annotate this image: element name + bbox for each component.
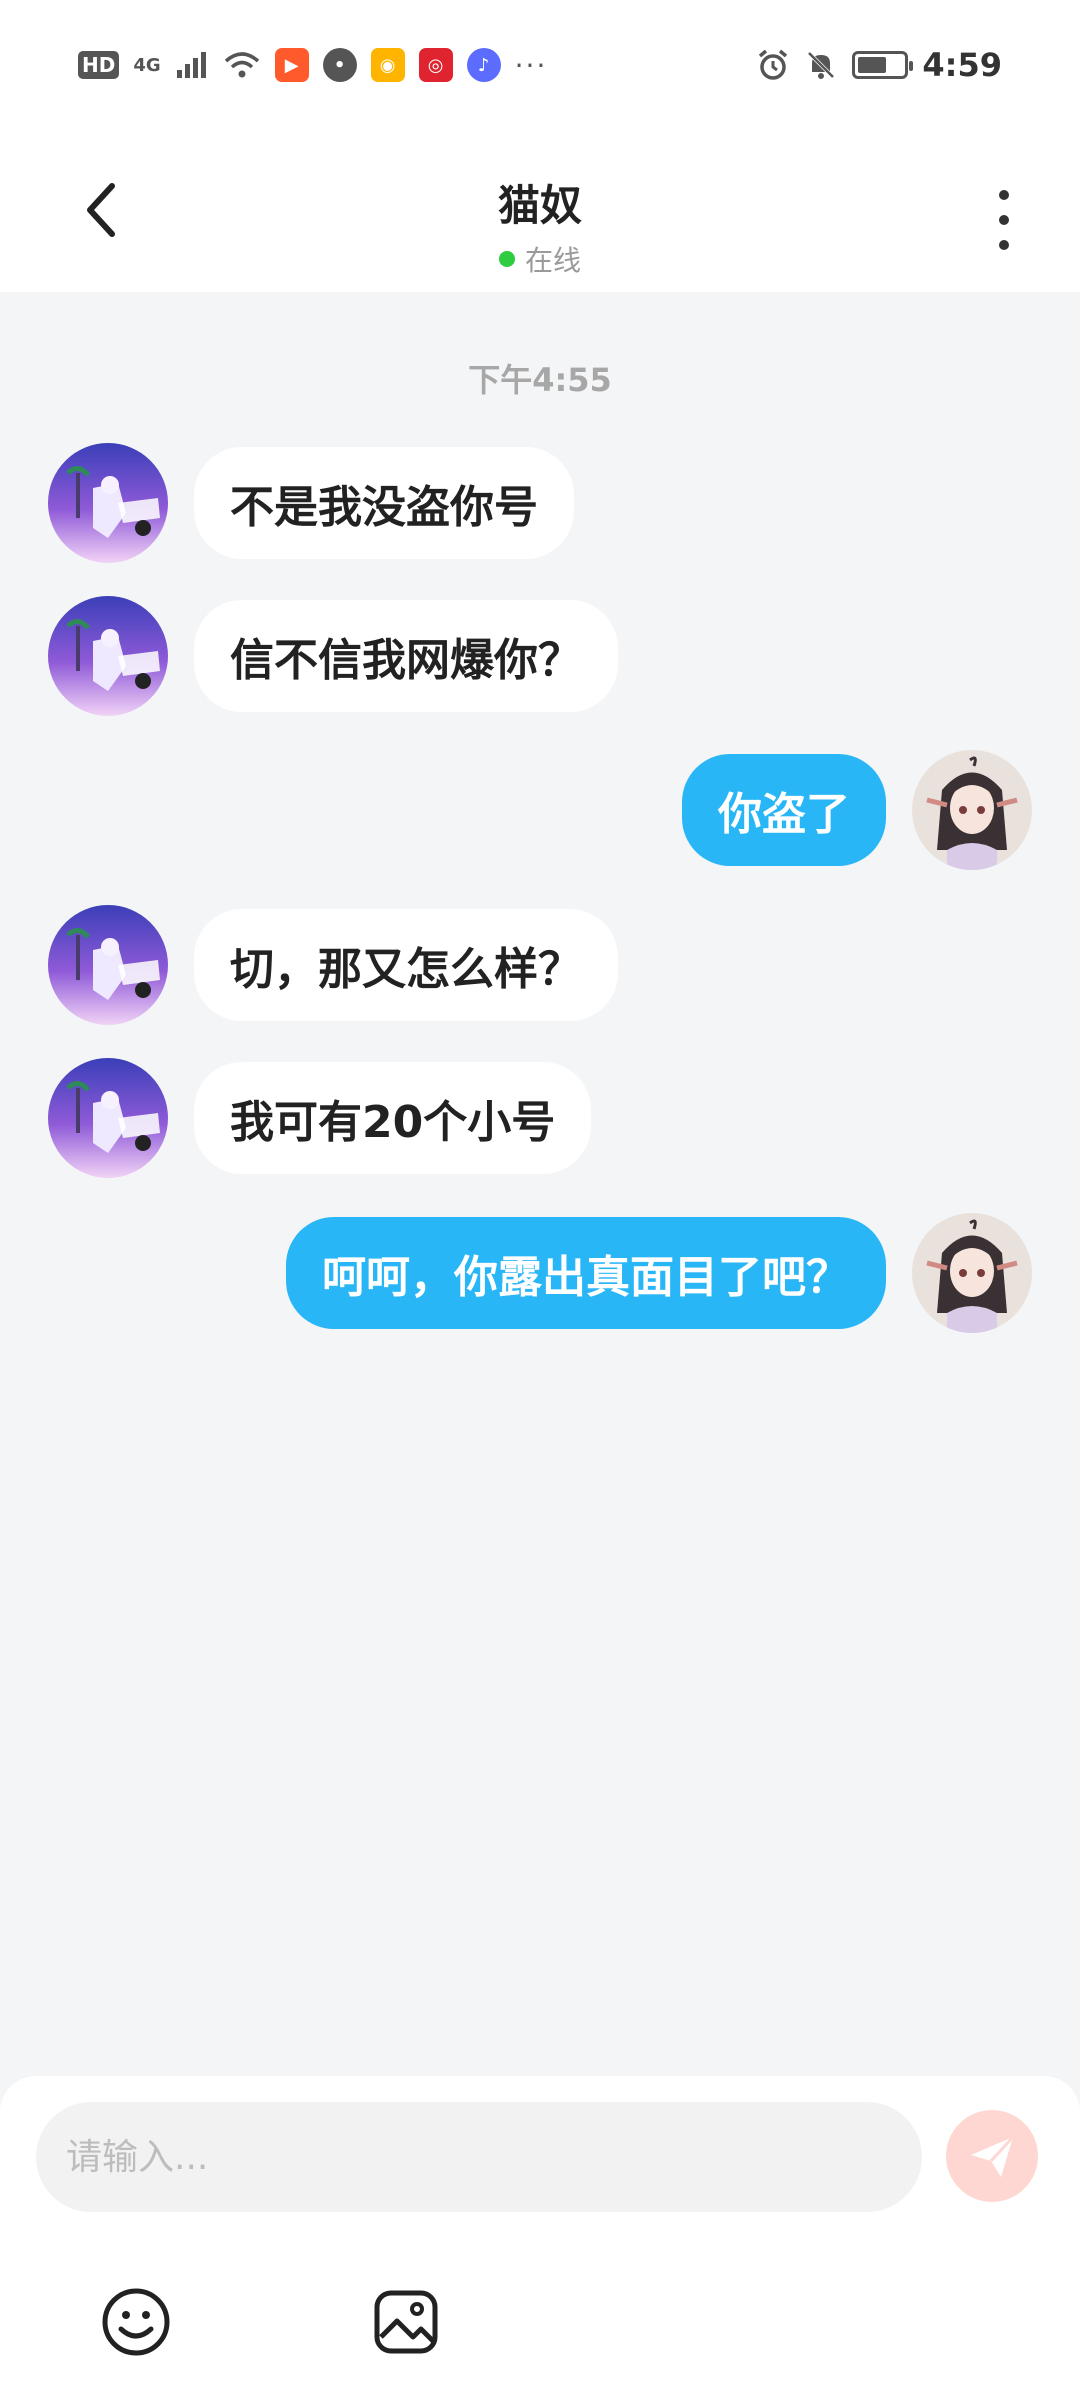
weibo-icon: ◉ [370, 48, 405, 82]
wifi-icon [224, 52, 259, 78]
more-dot-icon [999, 215, 1009, 225]
emoji-button[interactable] [96, 2282, 176, 2362]
status-time: 4:59 [922, 46, 1002, 84]
time-divider: 下午4:55 [468, 361, 612, 399]
user-avatar[interactable] [912, 1213, 1032, 1333]
message-row-outgoing: 你盗了 [682, 750, 1032, 870]
battery-icon [852, 51, 914, 79]
send-icon [971, 2135, 1015, 2177]
mute-bell-icon [807, 51, 835, 79]
contact-avatar-image [48, 1058, 168, 1178]
chat-header: 猫奴 在线 [0, 130, 1080, 292]
emoji-icon [102, 2288, 170, 2356]
image-button[interactable] [366, 2282, 446, 2362]
message-input[interactable] [36, 2102, 922, 2212]
more-notifications: ··· [514, 48, 548, 82]
contact-avatar-image [48, 596, 168, 716]
online-dot-icon [498, 251, 515, 267]
alarm-icon [759, 49, 788, 80]
message-bubble[interactable]: 呵呵，你露出真面目了吧？ [286, 1217, 886, 1329]
more-options-button[interactable] [984, 190, 1024, 250]
message-bubble[interactable]: 你盗了 [682, 754, 886, 866]
music-icon: ♪ [466, 48, 501, 82]
message-row-incoming: 不是我没盗你号 [48, 443, 574, 563]
message-bubble[interactable]: 我可有20个小号 [194, 1062, 592, 1174]
title-block: 猫奴 在线 [0, 172, 1080, 279]
contact-avatar[interactable] [48, 1058, 168, 1178]
contact-avatar[interactable] [48, 905, 168, 1025]
contact-avatar[interactable] [48, 596, 168, 716]
message-row-incoming: 信不信我网爆你？ [48, 596, 618, 716]
contact-avatar-image [48, 905, 168, 1025]
send-button[interactable] [946, 2110, 1038, 2202]
contact-name: 猫奴 [497, 181, 582, 230]
chat-screen: HD 4G ▶ • ◉ ◎ ♪ ··· 4:59 猫奴 在线 下午4:55 不是… [0, 0, 1080, 2388]
network-label: 4G [133, 54, 161, 76]
message-bubble[interactable]: 信不信我网爆你？ [194, 600, 618, 712]
kuaishou-icon: ▶ [274, 48, 309, 82]
more-dot-icon [999, 190, 1009, 200]
netease-music-icon: ◎ [418, 48, 453, 82]
composer [0, 2076, 1080, 2388]
message-row-outgoing: 呵呵，你露出真面目了吧？ [286, 1213, 1032, 1333]
user-avatar[interactable] [912, 750, 1032, 870]
message-icon: • [322, 48, 357, 82]
hd-badge: HD [78, 51, 120, 79]
contact-avatar[interactable] [48, 443, 168, 563]
status-bar: HD 4G ▶ • ◉ ◎ ♪ ··· 4:59 [0, 0, 1080, 130]
message-bubble[interactable]: 不是我没盗你号 [194, 447, 574, 559]
more-dot-icon [999, 240, 1009, 250]
message-row-incoming: 我可有20个小号 [48, 1058, 592, 1178]
user-avatar-image [912, 1213, 1032, 1333]
online-status-label: 在线 [524, 244, 581, 277]
image-icon [374, 2290, 438, 2354]
message-row-incoming: 切，那又怎么样？ [48, 905, 618, 1025]
status-bar-right: 4:59 [756, 46, 1002, 84]
status-bar-left: HD 4G ▶ • ◉ ◎ ♪ ··· [78, 48, 547, 82]
online-status: 在线 [0, 239, 1080, 279]
user-avatar-image [912, 750, 1032, 870]
signal-icon [176, 52, 206, 78]
contact-avatar-image [48, 443, 168, 563]
message-bubble[interactable]: 切，那又怎么样？ [194, 909, 618, 1021]
